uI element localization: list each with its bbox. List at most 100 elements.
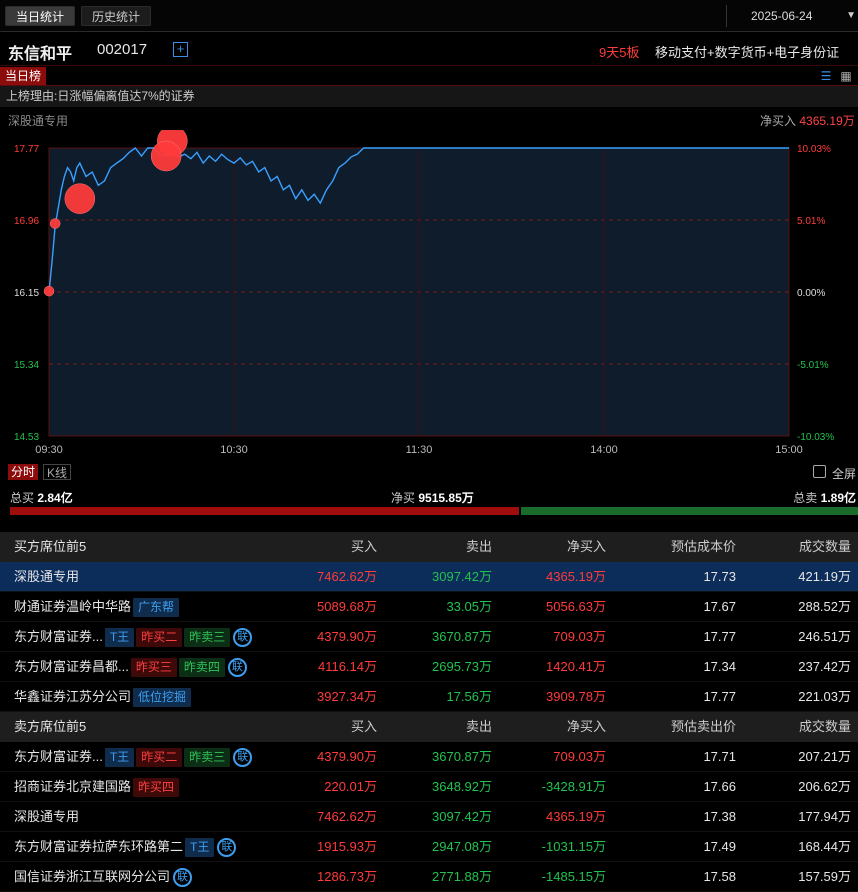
volume-cell: 288.52万 xyxy=(798,599,851,614)
sell-amount-cell: 3648.92万 xyxy=(432,779,492,794)
column-header[interactable]: 卖出 xyxy=(466,532,492,562)
table-row[interactable]: 财通证券温岭中华路 广东帮 5089.68万 33.05万 5056.63万 17.67 2… xyxy=(0,592,858,622)
table-row[interactable]: 东方财富证券... T王 昨买二 昨卖三联 4379.90万 3670.87万 709.03… xyxy=(0,742,858,772)
seat-badge[interactable]: 昨买二 xyxy=(136,628,183,648)
chevron-down-icon: ▼ xyxy=(846,10,856,21)
table-row[interactable]: 华鑫证券江苏分公司 低位挖掘 3927.34万 17.56万 3909.78万 17.77… xyxy=(0,682,858,712)
column-header[interactable]: 预估成本价 xyxy=(671,532,736,562)
net-amount-cell: 3909.78万 xyxy=(546,689,606,704)
seat-name-cell: 深股通专用 xyxy=(14,562,79,592)
seat-badge[interactable]: 昨卖四 xyxy=(178,658,225,678)
volume-cell: 177.94万 xyxy=(798,809,851,824)
volume-cell: 237.42万 xyxy=(798,659,851,674)
table-row[interactable]: 东方财富证券拉萨东环路第二 T王联 1915.93万 2947.08万 -1031.15… xyxy=(0,832,858,862)
column-header[interactable]: 买入 xyxy=(351,532,377,562)
date-selector[interactable]: 2025-06-24 ▼ xyxy=(726,5,858,27)
seat-name-text[interactable]: 深股通专用 xyxy=(14,809,79,824)
seat-badge[interactable]: T王 xyxy=(104,748,135,768)
linked-seat-icon[interactable]: 联 xyxy=(173,868,193,888)
table-row[interactable]: 东方财富证券昌都... 昨买三 昨卖四联 4116.14万 2695.73万 1420.4… xyxy=(0,652,858,682)
y-left-tick: 15.34 xyxy=(14,360,39,371)
table-row[interactable]: 东方财富证券... T王 昨买二 昨卖三联 4379.90万 3670.87万 709.03… xyxy=(0,622,858,652)
table-row[interactable]: 深股通专用 7462.62万 3097.42万 4365.19万 17.38 177.94… xyxy=(0,802,858,832)
column-header[interactable]: 买入 xyxy=(351,712,377,742)
seat-name-text[interactable]: 深股通专用 xyxy=(14,569,79,584)
seat-name-text[interactable]: 东方财富证券... xyxy=(14,749,103,764)
seat-badge[interactable]: 昨卖三 xyxy=(184,628,231,648)
volume-cell: 168.44万 xyxy=(798,839,851,854)
total-sell: 总卖 1.89亿 xyxy=(793,489,856,506)
fullscreen-icon[interactable] xyxy=(813,465,826,478)
fullscreen-label[interactable]: 全屏 xyxy=(832,465,856,482)
column-header[interactable]: 成交数量 xyxy=(799,712,851,742)
grid-view-icon[interactable]: ▦ xyxy=(838,68,854,84)
tab-today-stats[interactable]: 当日统计 xyxy=(5,6,76,26)
column-header[interactable]: 净买入 xyxy=(567,712,606,742)
linked-seat-icon[interactable]: 联 xyxy=(233,628,253,648)
seat-badge[interactable]: 昨买四 xyxy=(133,778,180,798)
seat-badge[interactable]: 昨买二 xyxy=(136,748,183,768)
concept-tags[interactable]: 移动支付+数字货币+电子身份证 xyxy=(655,42,858,61)
sell-amount-cell: 3670.87万 xyxy=(432,749,492,764)
column-header[interactable]: 净买入 xyxy=(567,532,606,562)
tab-intraday[interactable]: 分时 xyxy=(8,464,39,480)
seat-name-text[interactable]: 东方财富证券拉萨东环路第二 xyxy=(14,839,183,854)
tab-history-stats[interactable]: 历史统计 xyxy=(81,6,152,26)
stock-code: 002017 xyxy=(97,41,148,58)
buy-table-header: 买方席位前5 买入 卖出 净买入 预估成本价 成交数量 xyxy=(0,532,858,562)
y-left-tick: 16.15 xyxy=(14,288,39,299)
est-price-cell: 17.67 xyxy=(703,599,736,614)
seat-badge[interactable]: T王 xyxy=(185,838,215,858)
column-header[interactable]: 成交数量 xyxy=(799,532,851,562)
net-buy-label: 净买入 xyxy=(760,114,797,128)
seat-name-text[interactable]: 招商证券北京建国路 xyxy=(14,779,131,794)
y-right-tick: -10.03% xyxy=(797,432,834,443)
linked-seat-icon[interactable]: 联 xyxy=(233,748,253,768)
total-buy-value: 2.84亿 xyxy=(37,491,73,505)
seat-name-text[interactable]: 华鑫证券江苏分公司 xyxy=(14,689,131,704)
est-price-cell: 17.34 xyxy=(703,659,736,674)
column-header[interactable]: 卖出 xyxy=(466,712,492,742)
seat-badge[interactable]: T王 xyxy=(104,628,135,648)
buy-amount-cell: 3927.34万 xyxy=(317,689,377,704)
seat-name-cell: 东方财富证券... T王 昨买二 昨卖三联 xyxy=(14,742,253,772)
y-right-tick: -5.01% xyxy=(797,360,829,371)
est-price-cell: 17.77 xyxy=(703,689,736,704)
seat-name-text[interactable]: 国信证券浙江互联网分公司 xyxy=(14,869,170,884)
intraday-chart[interactable]: 17.77 10.03% 16.96 5.01% 16.15 0.00% 15.34 -5.0… xyxy=(0,130,858,460)
seat-badge[interactable]: 低位挖掘 xyxy=(133,688,192,708)
sell-table-header: 卖方席位前5 买入 卖出 净买入 预估卖出价 成交数量 xyxy=(0,712,858,742)
stock-name[interactable]: 东信和平 xyxy=(8,40,72,64)
column-header[interactable]: 预估卖出价 xyxy=(671,712,736,742)
net-amount-cell: 1420.41万 xyxy=(546,659,606,674)
seat-name-text[interactable]: 财通证券温岭中华路 xyxy=(14,599,131,614)
add-watchlist-icon[interactable]: + xyxy=(173,42,188,57)
seat-name-cell: 东方财富证券拉萨东环路第二 T王联 xyxy=(14,832,237,862)
column-header[interactable]: 买方席位前5 xyxy=(14,532,86,562)
seat-badge[interactable]: 昨买三 xyxy=(130,658,177,678)
linked-seat-icon[interactable]: 联 xyxy=(217,838,237,858)
seat-badge[interactable]: 广东帮 xyxy=(133,598,180,618)
column-header[interactable]: 卖方席位前5 xyxy=(14,712,86,742)
table-row[interactable]: 招商证券北京建国路 昨买四 220.01万 3648.92万 -3428.91万 17.6… xyxy=(0,772,858,802)
tab-kline[interactable]: K线 xyxy=(43,464,72,480)
sell-amount-cell: 2771.88万 xyxy=(432,869,492,884)
sell-amount-cell: 17.56万 xyxy=(446,689,492,704)
x-tick: 11:30 xyxy=(406,444,433,456)
table-row[interactable]: 深股通专用 7462.62万 3097.42万 4365.19万 17.73 421.19… xyxy=(0,562,858,592)
seat-badge[interactable]: 昨卖三 xyxy=(184,748,231,768)
list-view-icon[interactable]: ☰ xyxy=(818,68,834,84)
seat-name-text[interactable]: 东方财富证券昌都... xyxy=(14,659,129,674)
est-price-cell: 17.38 xyxy=(703,809,736,824)
trade-marker xyxy=(150,140,182,172)
buy-amount-cell: 1915.93万 xyxy=(317,839,377,854)
volume-cell: 221.03万 xyxy=(798,689,851,704)
net-buy-summary: 净买入 4365.19万 xyxy=(760,112,855,129)
table-row[interactable]: 国信证券浙江互联网分公司联 1286.73万 2771.88万 -1485.15万 17… xyxy=(0,862,858,892)
total-sell-label: 总卖 xyxy=(793,491,818,505)
sell-amount-cell: 3097.42万 xyxy=(432,569,492,584)
linked-seat-icon[interactable]: 联 xyxy=(227,658,247,678)
net-amount-cell: -3428.91万 xyxy=(541,779,606,794)
seat-name-text[interactable]: 东方财富证券... xyxy=(14,629,103,644)
est-price-cell: 17.77 xyxy=(703,629,736,644)
